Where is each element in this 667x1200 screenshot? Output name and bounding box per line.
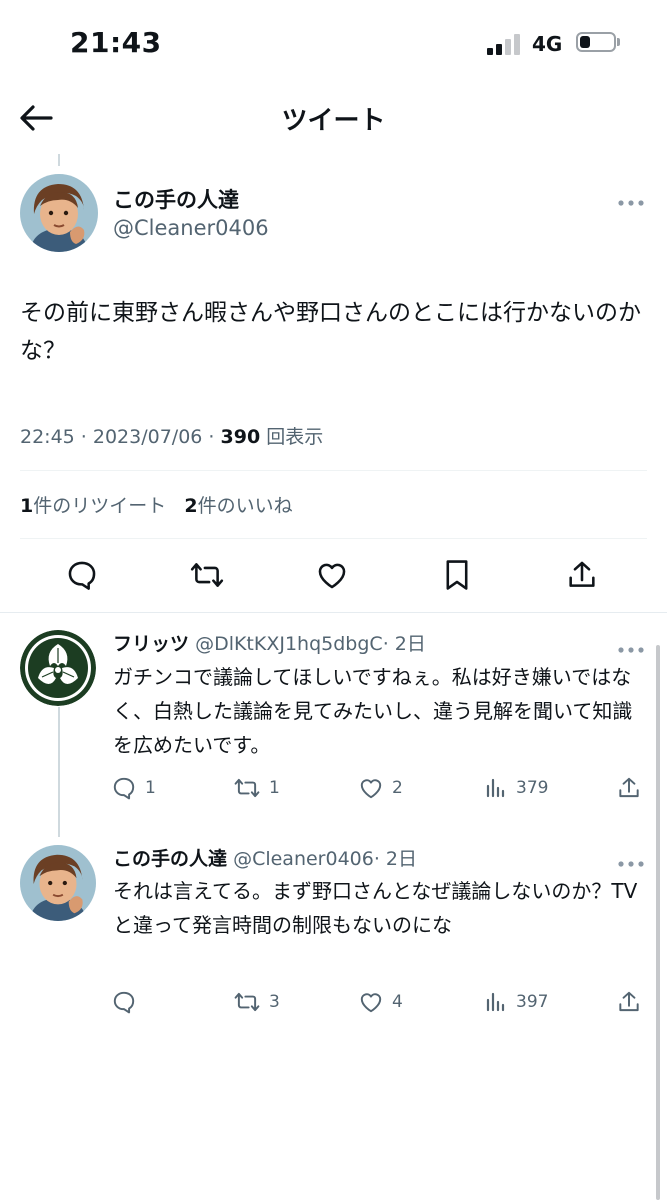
share-icon: [619, 991, 639, 1012]
reply-author-name[interactable]: この手の人達: [113, 848, 227, 870]
avatar[interactable]: [20, 630, 96, 706]
reply-header: フリッツ @DlKtKXJ1hq5dbgC· 2日: [113, 629, 426, 656]
divider: [20, 470, 647, 471]
reply-age: · 2日: [382, 633, 426, 655]
retweet-icon[interactable]: [187, 555, 227, 595]
views-label: 回表示: [266, 426, 324, 448]
tweet-timestamp: 22:45 · 2023/07/06 ·: [20, 426, 221, 448]
reply-author-name[interactable]: フリッツ: [113, 633, 189, 655]
reply-icon: [113, 777, 135, 800]
like-heart-icon: [360, 993, 382, 1013]
retweets-label: 件のリツイート: [33, 495, 167, 517]
retweet-count: 3: [269, 992, 280, 1012]
more-options-icon[interactable]: [616, 640, 646, 653]
reply-count: 1: [145, 778, 156, 798]
like-heart-icon: [360, 779, 382, 799]
views-button[interactable]: 379: [484, 774, 548, 802]
thread-line: [58, 707, 60, 837]
author-name[interactable]: この手の人達: [113, 184, 239, 214]
share-button[interactable]: [616, 988, 642, 1016]
like-button[interactable]: 2: [358, 774, 403, 802]
reply-author-handle[interactable]: @Cleaner0406: [233, 848, 374, 870]
reply-icon[interactable]: [62, 555, 102, 595]
like-count: 2: [392, 778, 403, 798]
share-icon[interactable]: [562, 555, 602, 595]
tweet-text: その前に東野さん暇さんや野口さんのとこには行かないのかな？: [20, 300, 641, 364]
like-heart-icon[interactable]: [312, 555, 352, 595]
like-button[interactable]: 4: [358, 988, 403, 1016]
bookmark-icon[interactable]: [437, 555, 477, 595]
reply-text: ガチンコで議論してほしいですねぇ。私は好き嫌いではなく、白熱した議論を見てみたい…: [113, 665, 633, 757]
views-button[interactable]: 397: [484, 988, 548, 1016]
retweet-icon: [234, 992, 260, 1012]
retweets-stat[interactable]: 1件のリツイート: [20, 495, 166, 517]
reply-header: この手の人達 @Cleaner0406· 2日: [113, 844, 417, 871]
network-type: 4G: [532, 32, 563, 56]
retweet-button[interactable]: 1: [233, 774, 280, 802]
view-count: 379: [516, 778, 549, 798]
scrollbar[interactable]: [656, 645, 660, 1200]
more-options-icon[interactable]: [616, 854, 646, 867]
analytics-bar-icon: [486, 992, 505, 1012]
tweet-meta: 22:45 · 2023/07/06 · 390 回表示: [20, 422, 323, 449]
thread-connector: [58, 154, 60, 166]
like-count: 4: [392, 992, 403, 1012]
likes-stat[interactable]: 2件のいいね: [184, 495, 292, 517]
author-handle[interactable]: @Cleaner0406: [113, 216, 269, 240]
status-time: 21:43: [70, 26, 162, 59]
reply-author-handle[interactable]: @DlKtKXJ1hq5dbgC: [195, 633, 383, 655]
reply-button[interactable]: [111, 988, 145, 1016]
reply-icon: [113, 991, 135, 1014]
analytics-bar-icon: [486, 778, 505, 798]
retweet-button[interactable]: 3: [233, 988, 280, 1016]
reply-age: · 2日: [373, 848, 418, 870]
likes-label: 件のいいね: [197, 495, 293, 517]
battery-tip: [617, 38, 620, 46]
avatar[interactable]: [20, 174, 98, 252]
likes-count: 2: [184, 495, 198, 517]
view-count: 397: [516, 992, 549, 1012]
page-title: ツイート: [281, 106, 386, 136]
battery-icon: [576, 32, 616, 52]
tweet-stats: 1件のリツイート 2件のいいね: [20, 491, 293, 518]
divider: [0, 612, 667, 613]
avatar[interactable]: [20, 845, 96, 921]
retweet-count: 1: [269, 778, 280, 798]
signal-icon: [487, 33, 521, 55]
views-count: 390: [220, 426, 261, 448]
share-button[interactable]: [616, 774, 642, 802]
retweet-icon: [234, 778, 260, 798]
retweets-count: 1: [20, 495, 34, 517]
share-icon: [619, 777, 639, 798]
more-options-icon[interactable]: [616, 193, 646, 206]
reply-text: それは言えてる。まず野口さんとなぜ議論しないのか？TVと違って発言時間の制限もな…: [113, 879, 638, 937]
divider: [20, 538, 647, 539]
reply-button[interactable]: 1: [111, 774, 156, 802]
